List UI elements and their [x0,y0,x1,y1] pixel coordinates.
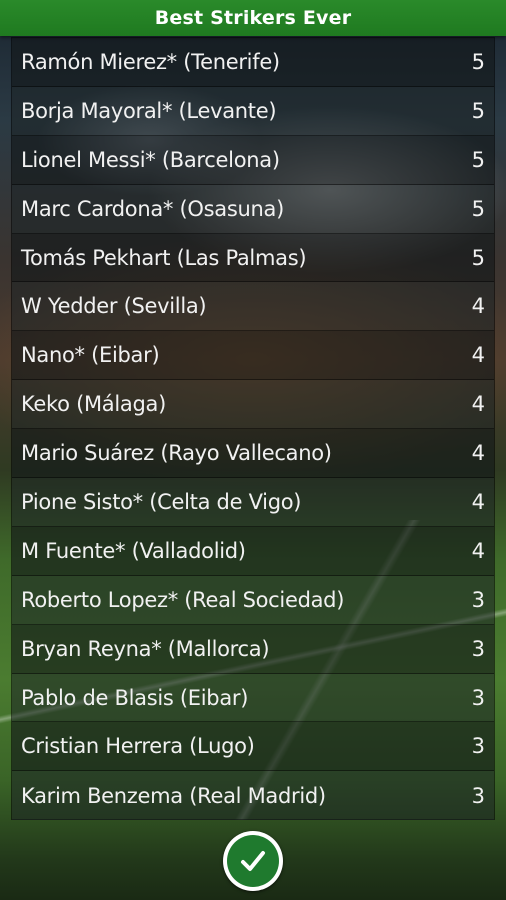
goal-count: 4 [471,343,485,368]
goal-count: 4 [471,294,485,319]
player-name: Bryan Reyna* (Mallorca) [21,636,270,661]
player-name: Pablo de Blasis (Eibar) [21,685,249,710]
player-name: Karim Benzema (Real Madrid) [21,783,326,808]
goal-count: 3 [471,636,485,661]
page-title: Best Strikers Ever [154,7,352,29]
goal-count: 4 [471,538,485,563]
strikers-list[interactable]: Ramón Mierez* (Tenerife) 5 Borja Mayoral… [11,37,495,821]
list-item[interactable]: Lionel Messi* (Barcelona) 5 [12,135,494,185]
goal-count: 5 [471,49,485,74]
goal-count: 4 [471,489,485,514]
player-name: Ramón Mierez* (Tenerife) [21,49,280,74]
goal-count: 3 [471,783,485,808]
list-item[interactable]: Keko (Málaga) 4 [12,380,494,430]
player-name: Pione Sisto* (Celta de Vigo) [21,489,302,514]
goal-count: 5 [471,98,485,123]
goal-count: 5 [471,147,485,172]
checkmark-icon [241,851,265,871]
list-item[interactable]: Ramón Mierez* (Tenerife) 5 [12,38,494,87]
list-item[interactable]: Bryan Reyna* (Mallorca) 3 [12,624,494,674]
list-item[interactable]: Marc Cardona* (Osasuna) 5 [12,184,494,234]
goal-count: 5 [471,196,485,221]
player-name: Roberto Lopez* (Real Sociedad) [21,587,345,612]
player-name: Mario Suárez (Rayo Vallecano) [21,441,332,466]
goal-count: 3 [471,734,485,759]
list-item[interactable]: Tomás Pekhart (Las Palmas) 5 [12,233,494,283]
goal-count: 3 [471,587,485,612]
player-name: Nano* (Eibar) [21,343,160,368]
list-item[interactable]: Cristian Herrera (Lugo) 3 [12,722,494,772]
player-name: Lionel Messi* (Barcelona) [21,147,280,172]
player-name: Marc Cardona* (Osasuna) [21,196,284,221]
list-item[interactable]: Borja Mayoral* (Levante) 5 [12,86,494,136]
goal-count: 4 [471,441,485,466]
player-name: M Fuente* (Valladolid) [21,538,246,563]
confirm-button-face [227,835,279,887]
list-item[interactable]: Nano* (Eibar) 4 [12,331,494,381]
goal-count: 3 [471,685,485,710]
goal-count: 4 [471,392,485,417]
list-item[interactable]: Mario Suárez (Rayo Vallecano) 4 [12,429,494,479]
list-item[interactable]: M Fuente* (Valladolid) 4 [12,526,494,576]
player-name: W Yedder (Sevilla) [21,294,207,319]
player-name: Tomás Pekhart (Las Palmas) [21,245,307,270]
player-name: Keko (Málaga) [21,392,166,417]
list-item[interactable]: Roberto Lopez* (Real Sociedad) 3 [12,575,494,625]
list-item[interactable]: Karim Benzema (Real Madrid) 3 [12,771,494,821]
list-item[interactable]: W Yedder (Sevilla) 4 [12,282,494,332]
goal-count: 5 [471,245,485,270]
header-bar: Best Strikers Ever [0,0,506,36]
list-item[interactable]: Pablo de Blasis (Eibar) 3 [12,673,494,723]
player-name: Cristian Herrera (Lugo) [21,734,255,759]
list-item[interactable]: Pione Sisto* (Celta de Vigo) 4 [12,478,494,527]
player-name: Borja Mayoral* (Levante) [21,98,277,123]
confirm-button[interactable] [223,831,283,891]
